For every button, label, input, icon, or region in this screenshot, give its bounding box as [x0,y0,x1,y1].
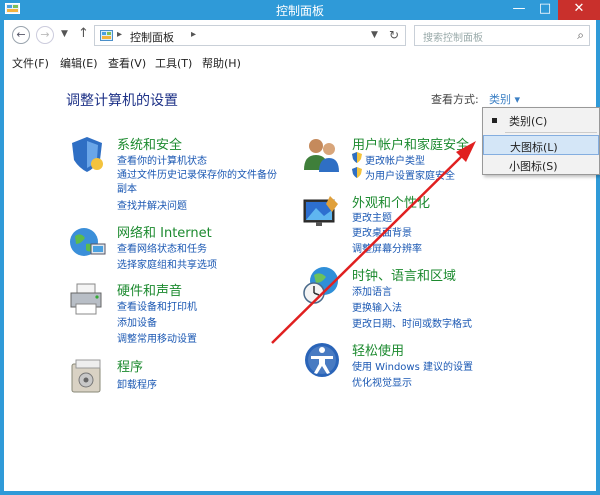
menu-item-label: 大图标(L) [510,141,558,154]
menu-item-label: 类别(C) [509,115,548,128]
view-by-menu: 类别(C) 大图标(L) 小图标(S) [482,107,600,175]
menu-item-large-icons[interactable]: 大图标(L) [483,135,599,155]
menu-item-label: 小图标(S) [509,160,558,173]
menu-item-small-icons[interactable]: 小图标(S) [483,155,599,175]
menu-separator [505,132,597,133]
menu-item-category[interactable]: 类别(C) [483,110,599,130]
annotation-arrow [271,141,476,344]
selected-bullet-icon [492,118,497,123]
